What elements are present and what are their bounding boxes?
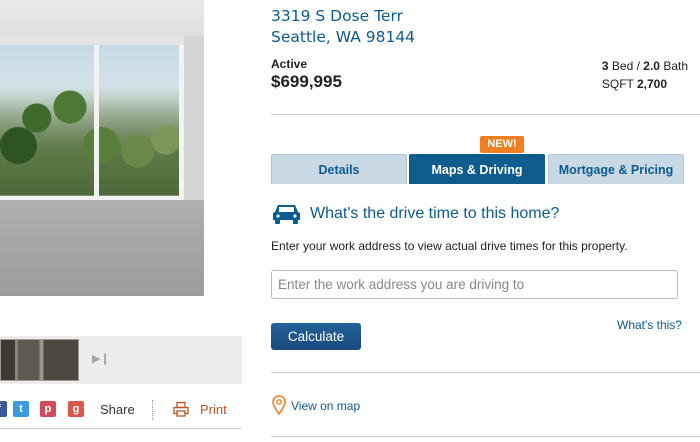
baths-value: 2.0: [643, 59, 660, 73]
address-line-1: 3319 S Dose Terr: [271, 7, 403, 25]
listing-status: Active: [271, 57, 308, 71]
photo-window-mullion: [94, 45, 99, 200]
sqft-value: 2,700: [637, 77, 668, 91]
sqft-label: SQFT: [601, 77, 634, 91]
property-address: 3319 S Dose Terr Seattle, WA 98144: [271, 6, 415, 48]
next-thumbnails-icon[interactable]: ▶❙: [92, 352, 110, 366]
sqft: SQFT 2,700: [602, 75, 688, 93]
thumbnail-image[interactable]: [0, 339, 79, 381]
section-divider: [271, 114, 700, 115]
address-line-2: Seattle, WA 98144: [271, 28, 416, 46]
facebook-icon[interactable]: f: [0, 401, 7, 417]
printer-icon[interactable]: [173, 401, 189, 417]
drive-time-heading: What's the drive time to this home?: [310, 205, 560, 222]
print-link[interactable]: Print: [200, 402, 227, 417]
share-label[interactable]: Share: [100, 402, 135, 417]
listing-page: ▶❙ f t p g Share Print 3319 S Dose Terr …: [0, 0, 700, 442]
car-icon: [273, 205, 300, 224]
work-address-input[interactable]: [271, 270, 678, 299]
property-specs: 3 Bed / 2.0 Bath SQFT 2,700: [602, 57, 688, 93]
view-on-map-link[interactable]: View on map: [291, 399, 360, 413]
calculate-button[interactable]: Calculate: [271, 323, 361, 350]
listing-price: $699,995: [271, 72, 342, 91]
share-row: f t p g Share Print: [0, 396, 242, 424]
pinterest-icon[interactable]: p: [40, 401, 56, 417]
whats-this-link[interactable]: What's this?: [617, 318, 682, 332]
map-pin-icon[interactable]: [272, 395, 286, 415]
twitter-icon[interactable]: t: [13, 401, 29, 417]
bed-bath: 3 Bed / 2.0 Bath: [602, 57, 688, 75]
share-divider: [152, 400, 153, 420]
beds-label: Bed /: [611, 59, 640, 73]
baths-label: Bath: [663, 59, 688, 73]
tab-mortgage-pricing[interactable]: Mortgage & Pricing: [548, 154, 684, 184]
section-divider: [271, 436, 700, 437]
new-badge: NEW!: [480, 136, 524, 153]
photo-ceiling: [0, 0, 204, 40]
google-plus-icon[interactable]: g: [68, 401, 84, 417]
left-divider: [0, 428, 242, 429]
property-photo[interactable]: [0, 0, 204, 296]
beds-value: 3: [601, 59, 609, 73]
tab-details[interactable]: Details: [271, 154, 407, 184]
photo-floor: [0, 200, 204, 296]
drive-time-description: Enter your work address to view actual d…: [271, 239, 628, 253]
tab-maps-driving[interactable]: Maps & Driving: [409, 154, 545, 184]
photo-right-wall: [184, 36, 204, 206]
photo-trees: [0, 85, 184, 195]
section-divider: [271, 372, 700, 373]
